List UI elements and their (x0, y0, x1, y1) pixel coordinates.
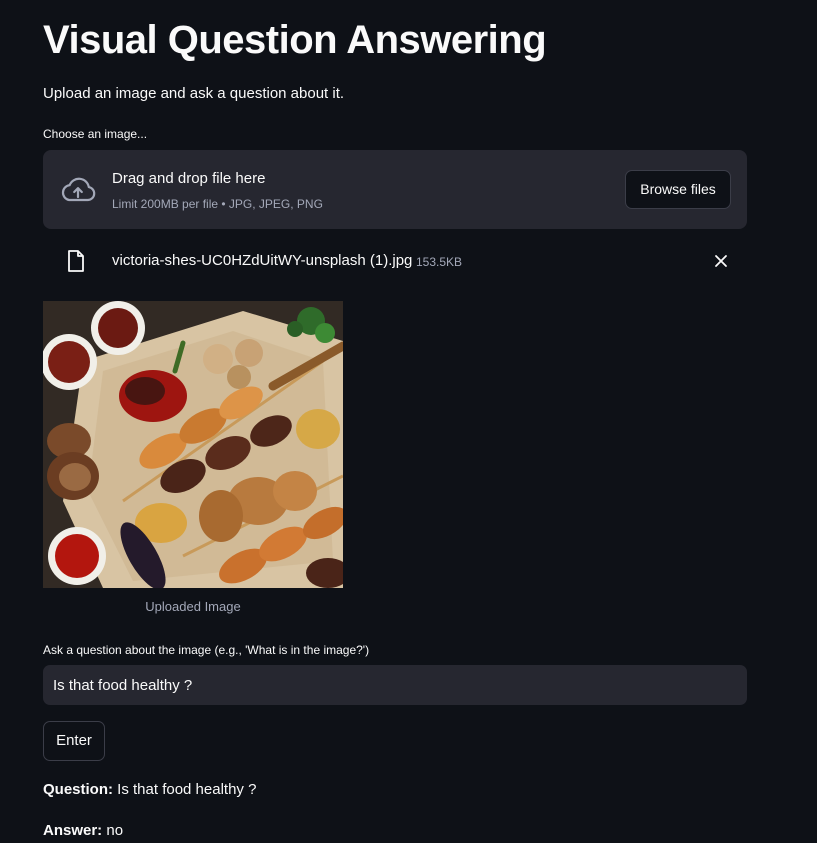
question-label: Ask a question about the image (e.g., 'W… (43, 643, 370, 657)
answer-result: Answer: no (43, 821, 123, 841)
dropzone-instructions: Drag and drop file here (112, 170, 266, 187)
enter-button[interactable]: Enter (43, 721, 105, 761)
uploader-label: Choose an image... (43, 127, 148, 141)
cloud-upload-icon (61, 177, 96, 202)
app-root: Visual Question Answering Upload an imag… (0, 0, 817, 843)
answer-result-label: Answer: (43, 822, 103, 839)
file-size: 153.5KB (416, 255, 463, 269)
page-subtitle: Upload an image and ask a question about… (43, 85, 345, 102)
file-dropzone[interactable]: Drag and drop file here Limit 200MB per … (43, 150, 747, 229)
image-caption: Uploaded Image (145, 599, 241, 614)
question-result-text: Is that food healthy ? (117, 781, 257, 798)
question-result-label: Question: (43, 781, 113, 798)
uploaded-image (43, 301, 343, 588)
dropzone-limit-text: Limit 200MB per file • JPG, JPEG, PNG (112, 197, 323, 211)
answer-result-text: no (106, 822, 124, 839)
food-photo (43, 301, 343, 588)
file-name: victoria-shes-UC0HZdUitWY-unsplash (1).j… (112, 252, 413, 269)
browse-files-button[interactable]: Browse files (625, 170, 731, 209)
uploaded-file-row: victoria-shes-UC0HZdUitWY-unsplash (1).j… (43, 240, 747, 282)
page-title: Visual Question Answering (43, 18, 547, 62)
question-result: Question: Is that food healthy ? (43, 780, 256, 800)
close-icon[interactable] (713, 253, 729, 269)
file-icon (68, 250, 84, 272)
question-input[interactable] (43, 665, 747, 705)
